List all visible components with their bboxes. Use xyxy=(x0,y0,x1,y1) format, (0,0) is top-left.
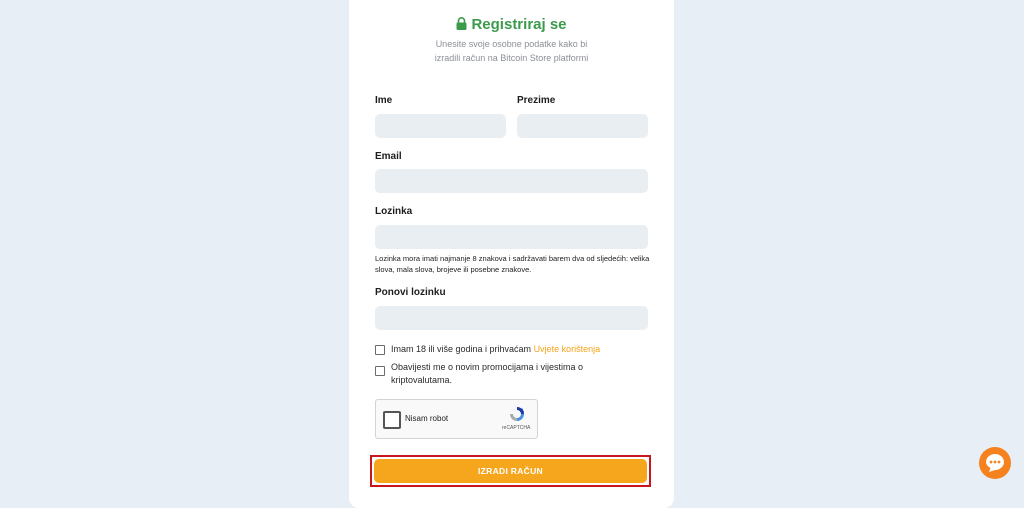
recaptcha-brand: reCAPTCHA xyxy=(502,425,531,431)
newsletter-row: Obavijesti me o novim promocijama i vije… xyxy=(375,361,625,387)
form-title: Registriraj se xyxy=(349,16,674,33)
newsletter-checkbox[interactable] xyxy=(375,366,385,376)
email-label: Email xyxy=(375,151,402,162)
first-name-input[interactable] xyxy=(375,114,506,138)
recaptcha-widget: Nisam robot reCAPTCHA xyxy=(375,399,538,439)
recaptcha-label: Nisam robot xyxy=(405,414,449,423)
password-repeat-input[interactable] xyxy=(375,306,648,330)
last-name-label: Prezime xyxy=(517,95,556,106)
form-title-text: Registriraj se xyxy=(471,16,567,33)
chat-widget-button[interactable] xyxy=(979,447,1011,479)
recaptcha-checkbox[interactable] xyxy=(383,411,401,429)
last-name-input[interactable] xyxy=(517,114,648,138)
terms-text: Imam 18 ili više godina i prihvaćam Uvje… xyxy=(391,343,600,356)
submit-highlight: IZRADI RAČUN xyxy=(370,455,651,487)
lock-icon xyxy=(456,17,467,30)
terms-link[interactable]: Uvjete korištenja xyxy=(534,344,601,354)
terms-checkbox[interactable] xyxy=(375,345,385,355)
password-repeat-label: Ponovi lozinku xyxy=(375,287,446,298)
password-input[interactable] xyxy=(375,225,648,249)
newsletter-text: Obavijesti me o novim promocijama i vije… xyxy=(391,362,584,385)
terms-text-main: Imam 18 ili više godina i prihvaćam xyxy=(391,344,534,354)
password-label: Lozinka xyxy=(375,206,413,217)
first-name-label: Ime xyxy=(375,95,393,106)
create-account-button[interactable]: IZRADI RAČUN xyxy=(374,459,647,483)
email-input[interactable] xyxy=(375,169,648,193)
chat-bubble-icon xyxy=(986,454,1004,472)
recaptcha-logo-icon xyxy=(508,405,526,423)
password-hint: Lozinka mora imati najmanje 8 znakova i … xyxy=(375,254,650,274)
terms-row: Imam 18 ili više godina i prihvaćam Uvje… xyxy=(375,343,600,356)
registration-card: Registriraj se Unesite svoje osobne poda… xyxy=(349,0,674,508)
form-subtitle: Unesite svoje osobne podatke kako bi izr… xyxy=(434,39,589,63)
